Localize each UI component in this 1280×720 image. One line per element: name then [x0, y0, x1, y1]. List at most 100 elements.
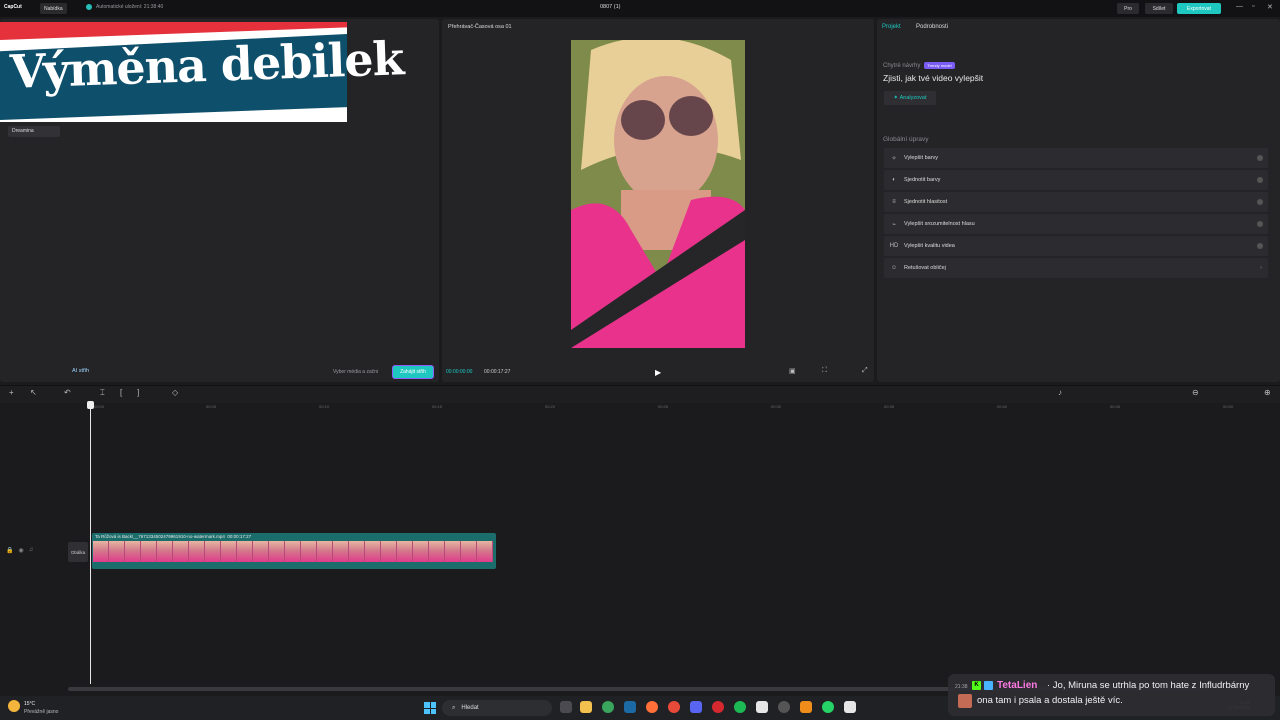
pro-button[interactable]: Pro — [1117, 3, 1139, 14]
option-normalize-volume[interactable]: ≡ Sjednotit hlasitost — [884, 192, 1268, 212]
opera-icon[interactable] — [712, 701, 724, 713]
toggle[interactable] — [1257, 243, 1263, 249]
chat-time: 21:38 — [955, 684, 968, 690]
menu-button[interactable]: Nabídka — [40, 3, 67, 14]
share-button[interactable]: Sdílet — [1145, 3, 1173, 14]
clip-thumbnail — [429, 541, 445, 562]
fullscreen-icon[interactable]: ⤢ — [862, 367, 868, 375]
firefox-icon[interactable] — [646, 701, 658, 713]
kick-badge-icon: K — [972, 681, 981, 690]
clip-thumbnail — [93, 541, 109, 562]
clip-thumbnail — [253, 541, 269, 562]
zoom-in-icon[interactable]: ⊕ — [1264, 388, 1271, 397]
settings-icon[interactable] — [778, 701, 790, 713]
clip-thumbnail — [333, 541, 349, 562]
clip-thumbnails — [93, 541, 495, 562]
explorer-icon[interactable] — [580, 701, 592, 713]
autosave-status: Automatické uložení: 21:38:40 — [86, 4, 163, 10]
track-eye-icon[interactable]: ◉ — [18, 547, 23, 554]
export-button[interactable]: Exportovat — [1177, 3, 1221, 14]
option-match-colors[interactable]: ◐ Sjednotit barvy — [884, 170, 1268, 190]
toggle[interactable] — [1257, 199, 1263, 205]
playhead[interactable] — [90, 404, 91, 684]
timecode-current: 00:00:00:00 — [446, 369, 473, 375]
tick-label: 00:30 — [771, 404, 782, 409]
track-audio-icon[interactable]: ♫ — [29, 547, 34, 554]
browser-icon[interactable] — [668, 701, 680, 713]
start-edit-button[interactable]: Zahájit střih — [393, 366, 433, 378]
option-enhance-colors[interactable]: ✧ Vylepšit barvy — [884, 148, 1268, 168]
weather-icon[interactable] — [8, 700, 20, 712]
select-tool-icon[interactable]: ↖ — [30, 388, 37, 397]
microphone-icon[interactable]: ♪ — [1058, 388, 1062, 397]
discord-icon[interactable] — [690, 701, 702, 713]
track-lock-icon[interactable]: 🔒 — [6, 547, 13, 554]
taskbar-search[interactable]: ⌕ Hledat — [442, 700, 552, 716]
option-video-quality[interactable]: HD Vylepšit kvalitu videa — [884, 236, 1268, 256]
search-placeholder: Hledat — [461, 705, 479, 711]
hd-icon: HD — [889, 243, 899, 249]
undo-icon[interactable]: ↶ — [64, 388, 71, 397]
spotify-icon[interactable] — [734, 701, 746, 713]
video-preview[interactable] — [571, 40, 745, 348]
playhead-handle[interactable] — [87, 401, 94, 409]
capcut-active-icon[interactable] — [844, 701, 856, 713]
clip-thumbnail — [381, 541, 397, 562]
toggle[interactable] — [1257, 221, 1263, 227]
clip-thumbnail — [365, 541, 381, 562]
autosave-icon — [86, 4, 92, 10]
option-retouch-face[interactable]: ☺ Retušovat obličej › — [884, 258, 1268, 278]
tab-details[interactable]: Podrobnosti — [916, 24, 948, 30]
sidebar-item-dreamina[interactable]: Dreamina — [8, 126, 60, 137]
start-icon[interactable] — [424, 702, 436, 714]
tab-project[interactable]: Projekt — [882, 24, 901, 30]
option-label: Sjednotit hlasitost — [904, 199, 948, 205]
analyze-button[interactable]: ✦ Analyzovat — [884, 91, 936, 105]
whatsapp-icon[interactable] — [822, 701, 834, 713]
clip-thumbnail — [221, 541, 237, 562]
timecode-total: 00:00:17:27 — [484, 369, 511, 375]
timeline-ruler[interactable]: 00:00 00:05 00:10 00:15 00:20 00:25 00:3… — [68, 401, 1280, 413]
clip-thumbnail — [205, 541, 221, 562]
clip-thumbnail — [109, 541, 125, 562]
trim-left-icon[interactable]: [ — [120, 388, 122, 397]
maximize-icon[interactable]: ▫ — [1252, 3, 1254, 10]
capcut-icon[interactable] — [756, 701, 768, 713]
document-title: 0807 (1) — [600, 4, 621, 10]
option-label: Vylepšit kvalitu videa — [904, 243, 955, 249]
shield-icon[interactable]: ◇ — [172, 388, 178, 397]
ai-edit-button[interactable]: AI střih — [72, 368, 89, 374]
tick-label: 00:35 — [884, 404, 895, 409]
chrome-icon[interactable] — [602, 701, 614, 713]
trim-right-icon[interactable]: ] — [137, 388, 139, 397]
wand-icon: ✧ — [891, 155, 897, 162]
clip-name: Ta Růžová is Back!__7671334502479961910-… — [95, 534, 251, 539]
add-icon[interactable]: + — [9, 388, 14, 397]
play-icon[interactable]: ▶ — [655, 368, 661, 377]
tick-label: 00:45 — [1110, 404, 1121, 409]
vlc-icon[interactable] — [800, 701, 812, 713]
close-icon[interactable]: ✕ — [1267, 3, 1273, 11]
title-bar — [0, 0, 1280, 17]
ratio-icon[interactable]: ▣ — [789, 367, 796, 375]
steam-icon[interactable] — [624, 701, 636, 713]
equalizer-icon: ≡ — [892, 199, 896, 205]
clip-filename: Ta Růžová is Back!__7671334502479961910-… — [95, 534, 225, 539]
clip-thumbnail — [461, 541, 477, 562]
split-icon[interactable]: ⌶ — [100, 388, 105, 398]
task-view-icon[interactable] — [560, 701, 572, 713]
cover-button[interactable]: Obálka — [68, 542, 88, 562]
option-label: Vylepšit srozumitelnost hlasu — [904, 221, 975, 227]
toggle[interactable] — [1257, 177, 1263, 183]
chat-emote — [958, 694, 972, 708]
voice-icon: ⌁ — [892, 221, 896, 228]
option-voice-clarity[interactable]: ⌁ Vylepšit srozumitelnost hlasu — [884, 214, 1268, 234]
zoom-out-icon[interactable]: ⊖ — [1192, 388, 1199, 397]
option-label: Retušovat obličej — [904, 265, 946, 271]
tick-label: 00:40 — [997, 404, 1008, 409]
fit-icon[interactable]: ⛶ — [822, 367, 827, 375]
clip-thumbnail — [189, 541, 205, 562]
clip-thumbnail — [237, 541, 253, 562]
toggle[interactable] — [1257, 155, 1263, 161]
minimize-icon[interactable]: — — [1236, 3, 1243, 10]
